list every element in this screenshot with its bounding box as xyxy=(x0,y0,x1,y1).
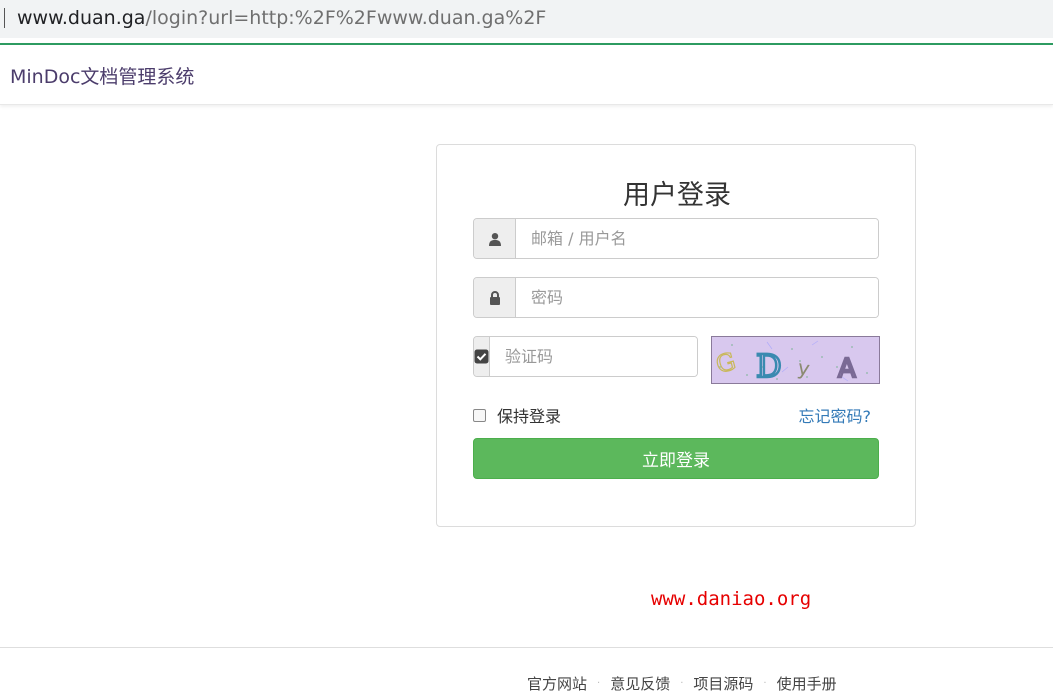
footer-links: 官方网站 · 意见反馈 · 项目源码 · 使用手册 xyxy=(527,673,837,694)
footer-link-manual[interactable]: 使用手册 xyxy=(777,673,837,694)
password-input[interactable] xyxy=(516,278,878,317)
user-icon xyxy=(474,219,516,258)
watermark-text: www.daniao.org xyxy=(651,588,812,610)
footer-divider xyxy=(0,647,1053,648)
footer-separator: · xyxy=(763,678,767,689)
forgot-password-link[interactable]: 忘记密码? xyxy=(799,403,872,427)
top-navbar: MinDoc文档管理系统 xyxy=(0,43,1053,105)
url-host: www.duan.ga xyxy=(17,7,146,29)
check-square-icon xyxy=(474,337,490,376)
footer-link-source[interactable]: 项目源码 xyxy=(693,673,753,694)
footer-link-official-site[interactable]: 官方网站 xyxy=(527,673,587,694)
captcha-input[interactable] xyxy=(490,337,697,376)
svg-text:D: D xyxy=(756,347,782,384)
browser-address-bar[interactable]: www.duan.ga/login?url=http:%2F%2Fwww.dua… xyxy=(0,0,1053,38)
remember-checkbox[interactable] xyxy=(473,408,486,422)
svg-text:A: A xyxy=(838,354,856,384)
brand-link[interactable]: MinDoc文档管理系统 xyxy=(10,62,194,89)
url-path: /login?url=http:%2F%2Fwww.duan.ga%2F xyxy=(145,7,547,29)
username-input[interactable] xyxy=(516,219,878,258)
remember-me[interactable]: 保持登录 xyxy=(473,403,561,427)
footer-link-feedback[interactable]: 意见反馈 xyxy=(610,673,670,694)
login-title: 用户登录 xyxy=(623,180,731,211)
url-text[interactable]: www.duan.ga/login?url=http:%2F%2Fwww.dua… xyxy=(17,5,546,31)
password-group xyxy=(473,277,879,318)
captcha-image[interactable]: G D y A xyxy=(711,336,880,384)
login-button[interactable]: 立即登录 xyxy=(473,438,879,479)
captcha-group xyxy=(473,336,698,377)
text-cursor xyxy=(4,8,5,28)
footer-separator: · xyxy=(680,678,684,689)
footer-separator: · xyxy=(597,678,601,689)
login-panel: 用户登录 G D y xyxy=(436,144,916,527)
remember-label: 保持登录 xyxy=(497,407,562,426)
username-group xyxy=(473,218,879,259)
lock-icon xyxy=(474,278,516,317)
